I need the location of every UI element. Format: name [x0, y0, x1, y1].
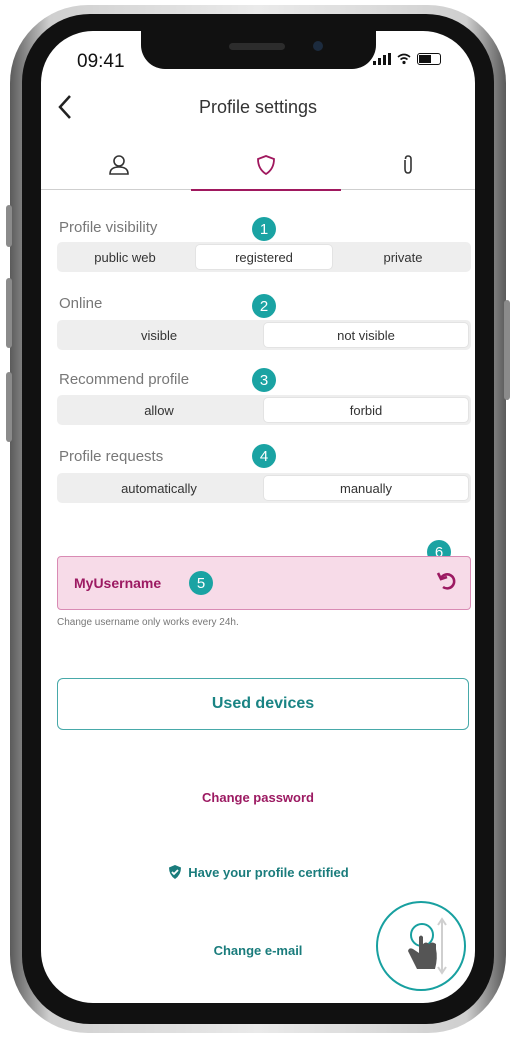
certify-profile-link[interactable]: Have your profile certified: [41, 864, 475, 880]
user-icon: [109, 155, 129, 175]
page-title: Profile settings: [198, 97, 318, 117]
change-password-link[interactable]: Change password: [41, 790, 475, 805]
callout-badge-3: 3: [252, 368, 276, 392]
visibility-option-registered[interactable]: registered: [195, 244, 333, 270]
scroll-hint: [376, 901, 466, 991]
profile-visibility-segmented: public web registered private: [57, 242, 471, 272]
recommend-profile-label: Recommend profile: [59, 371, 190, 388]
screen: 09:41 Profile settings Profile visibilit…: [41, 31, 475, 1003]
profile-requests-label: Profile requests: [59, 448, 164, 465]
status-time: 09:41: [77, 51, 125, 72]
camera: [313, 41, 323, 51]
online-option-not-visible[interactable]: not visible: [263, 322, 469, 348]
used-devices-button[interactable]: Used devices: [57, 678, 469, 730]
swipe-gesture-icon: [408, 917, 447, 975]
requests-option-automatically[interactable]: automatically: [57, 473, 261, 503]
tab-profile[interactable]: [49, 141, 189, 189]
callout-badge-4: 4: [252, 444, 276, 468]
profile-visibility-label: Profile visibility: [59, 219, 158, 236]
battery-icon: [417, 53, 441, 65]
visibility-option-public-web[interactable]: public web: [57, 242, 193, 272]
online-label: Online: [59, 295, 103, 312]
signal-icon: [373, 53, 391, 65]
power-button: [504, 300, 510, 400]
wifi-icon: [397, 53, 411, 65]
volume-up-button: [6, 278, 12, 348]
recommend-profile-segmented: allow forbid: [57, 395, 471, 425]
online-option-visible[interactable]: visible: [57, 320, 261, 350]
recommend-option-allow[interactable]: allow: [57, 395, 261, 425]
requests-option-manually[interactable]: manually: [263, 475, 469, 501]
username-hint: Change username only works every 24h.: [57, 617, 239, 628]
callout-badge-5: 5: [189, 571, 213, 595]
speaker: [229, 43, 285, 50]
silent-switch: [6, 205, 12, 247]
recommend-option-forbid[interactable]: forbid: [263, 397, 469, 423]
callout-badge-2: 2: [252, 294, 276, 318]
shield-icon: [257, 155, 275, 176]
notch: [141, 31, 376, 69]
shield-check-icon: [169, 865, 182, 879]
undo-icon: [436, 572, 456, 590]
callout-badge-1: 1: [252, 217, 276, 241]
status-icons: [373, 53, 441, 65]
username-value: MyUsername: [74, 575, 162, 591]
username-field[interactable]: MyUsername 5: [57, 556, 471, 610]
volume-down-button: [6, 372, 12, 442]
header: Profile settings: [41, 87, 475, 133]
tab-attachments[interactable]: [341, 141, 475, 189]
reset-username-button[interactable]: [436, 570, 458, 597]
paperclip-icon: [404, 155, 412, 174]
online-segmented: visible not visible: [57, 320, 471, 350]
profile-requests-segmented: automatically manually: [57, 473, 471, 503]
certify-profile-label: Have your profile certified: [188, 864, 349, 880]
tab-bar: [41, 141, 475, 191]
tab-privacy[interactable]: [191, 141, 341, 191]
visibility-option-private[interactable]: private: [335, 242, 471, 272]
